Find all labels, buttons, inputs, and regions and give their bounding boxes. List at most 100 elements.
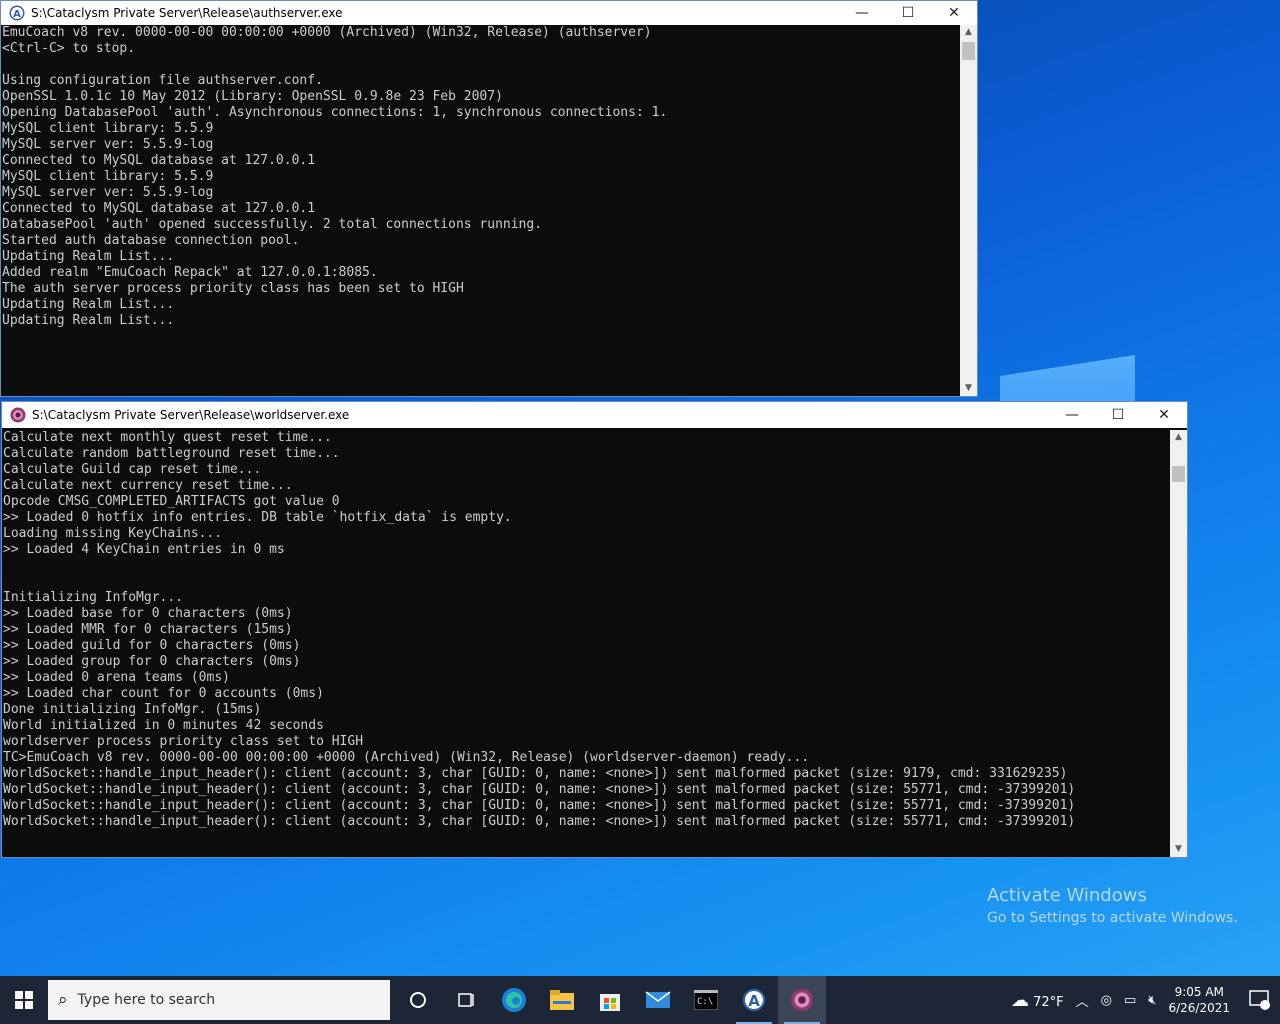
- chevron-up-icon[interactable]: ︿: [1076, 991, 1089, 1010]
- watermark-subtitle: Go to Settings to activate Windows.: [987, 910, 1238, 926]
- console-line: >> Loaded MMR for 0 characters (15ms): [3, 622, 293, 637]
- console-line: Added realm "EmuCoach Repack" at 127.0.0…: [2, 265, 378, 280]
- taskbar-clock[interactable]: 9:05 AM 6/26/2021: [1168, 984, 1230, 1016]
- console-line: Calculate next monthly quest reset time.…: [3, 430, 332, 445]
- cloud-icon: ☁: [1010, 989, 1029, 1011]
- console-line: worldserver process priority class set t…: [3, 734, 364, 749]
- console-line: >> Loaded 0 arena teams (0ms): [3, 670, 230, 685]
- worldserver-icon: [790, 988, 814, 1012]
- console-line: DatabasePool 'auth' opened successfully.…: [2, 217, 543, 232]
- network-icon[interactable]: ▭: [1124, 993, 1136, 1008]
- worldserver-scrollbar[interactable]: ▲ ▼: [1170, 430, 1187, 857]
- taskbar-search-box[interactable]: ⌕ Type here to search: [48, 980, 390, 1020]
- authserver-scrollbar[interactable]: ▲ ▼: [960, 25, 977, 396]
- console-line: Updating Realm List...: [2, 297, 175, 312]
- start-button[interactable]: [0, 976, 48, 1024]
- worldserver-titlebar[interactable]: S:\Cataclysm Private Server\Release\worl…: [2, 402, 1187, 428]
- authserver-titlebar[interactable]: A S:\Cataclysm Private Server\Release\au…: [1, 1, 977, 25]
- console-line: MySQL server ver: 5.5.9-log: [2, 137, 214, 152]
- cortana-icon: [410, 992, 426, 1008]
- console-line: >> Loaded 4 KeyChain entries in 0 ms: [3, 542, 285, 557]
- edge-icon: [502, 988, 526, 1012]
- console-line: OpenSSL 1.0.1c 10 May 2012 (Library: Ope…: [2, 89, 503, 104]
- worldserver-console-output[interactable]: Calculate next monthly quest reset time.…: [2, 430, 1170, 857]
- scrollbar-thumb[interactable]: [1172, 466, 1185, 482]
- worldserver-window[interactable]: S:\Cataclysm Private Server\Release\worl…: [1, 401, 1188, 858]
- authserver-taskbar-button[interactable]: A: [730, 976, 778, 1024]
- console-line: Loading missing KeyChains...: [3, 526, 223, 541]
- console-line: TC>EmuCoach v8 rev. 0000-00-00 00:00:00 …: [3, 750, 810, 765]
- scroll-up-arrow-icon[interactable]: ▲: [1170, 430, 1187, 445]
- console-line: >> Loaded base for 0 characters (0ms): [3, 606, 293, 621]
- maximize-icon: ☐: [901, 5, 915, 21]
- edge-button[interactable]: [490, 976, 538, 1024]
- console-line: Opening DatabasePool 'auth'. Asynchronou…: [2, 105, 668, 120]
- maximize-button[interactable]: ☐: [1095, 402, 1141, 428]
- scrollbar-thumb[interactable]: [962, 42, 975, 60]
- console-line: MySQL server ver: 5.5.9-log: [2, 185, 214, 200]
- maximize-button[interactable]: ☐: [885, 1, 931, 25]
- terminal-icon: C:\: [694, 990, 718, 1010]
- close-button[interactable]: ✕: [1141, 402, 1187, 428]
- svg-text:C:\: C:\: [697, 997, 713, 1007]
- terminal-button[interactable]: C:\: [682, 976, 730, 1024]
- scroll-up-arrow-icon[interactable]: ▲: [960, 25, 977, 40]
- mail-button[interactable]: [634, 976, 682, 1024]
- start-icon: [15, 991, 33, 1009]
- meet-now-icon[interactable]: ◎: [1101, 993, 1112, 1008]
- console-line: Opcode CMSG_COMPLETED_ARTIFACTS got valu…: [3, 494, 340, 509]
- console-line: Connected to MySQL database at 127.0.0.1: [2, 201, 316, 216]
- minimize-icon: —: [1065, 407, 1079, 423]
- console-line: WorldSocket::handle_input_header(): clie…: [3, 782, 1076, 797]
- volume-mute-icon[interactable]: 🔇︎: [1148, 993, 1156, 1008]
- console-line: World initialized in 0 minutes 42 second…: [3, 718, 324, 733]
- task-view-button[interactable]: [442, 976, 490, 1024]
- minimize-button[interactable]: —: [1049, 402, 1095, 428]
- notification-icon: [1249, 990, 1270, 1010]
- task-view-icon: [458, 993, 474, 1007]
- svg-text:A: A: [13, 9, 21, 20]
- worldserver-title: S:\Cataclysm Private Server\Release\worl…: [32, 408, 350, 422]
- console-line: >> Loaded char count for 0 accounts (0ms…: [3, 686, 324, 701]
- notification-center-button[interactable]: [1240, 976, 1280, 1024]
- close-button[interactable]: ✕: [931, 1, 977, 25]
- console-line: >> Loaded 0 hotfix info entries. DB tabl…: [3, 510, 512, 525]
- weather-widget[interactable]: ☁ 72°F: [1011, 990, 1064, 1011]
- file-explorer-icon: [550, 990, 574, 1010]
- console-line: Done initializing InfoMgr. (15ms): [3, 702, 262, 717]
- activation-watermark: Activate Windows Go to Settings to activ…: [987, 885, 1238, 926]
- search-icon: ⌕: [58, 990, 68, 1010]
- console-line: WorldSocket::handle_input_header(): clie…: [3, 798, 1076, 813]
- console-line: WorldSocket::handle_input_header(): clie…: [3, 766, 1068, 781]
- console-line: MySQL client library: 5.5.9: [2, 121, 214, 136]
- console-line: The auth server process priority class h…: [2, 281, 464, 296]
- store-button[interactable]: [586, 976, 634, 1024]
- store-icon: [600, 994, 620, 1011]
- watermark-title: Activate Windows: [987, 885, 1147, 906]
- console-line: Initializing InfoMgr...: [3, 590, 184, 605]
- authserver-window[interactable]: A S:\Cataclysm Private Server\Release\au…: [0, 0, 978, 397]
- console-line: WorldSocket::handle_input_header(): clie…: [3, 814, 1076, 829]
- console-line: Using configuration file authserver.conf…: [2, 73, 323, 88]
- weather-temperature: 72°F: [1033, 994, 1064, 1010]
- scroll-down-arrow-icon[interactable]: ▼: [1170, 842, 1187, 857]
- taskbar: ⌕ Type here to search C:\ A ☁ 72°F ︿ ◎ ▭…: [0, 976, 1280, 1024]
- cortana-button[interactable]: [394, 976, 442, 1024]
- svg-text:A: A: [748, 992, 760, 1010]
- file-explorer-button[interactable]: [538, 976, 586, 1024]
- authserver-app-icon: A: [9, 5, 25, 21]
- authserver-title: S:\Cataclysm Private Server\Release\auth…: [31, 6, 343, 20]
- worldserver-app-icon: [10, 407, 26, 423]
- console-line: Updating Realm List...: [2, 313, 175, 328]
- authserver-console-output[interactable]: EmuCoach v8 rev. 0000-00-00 00:00:00 +00…: [1, 25, 960, 396]
- clock-date: 6/26/2021: [1168, 1001, 1230, 1015]
- close-icon: ✕: [948, 5, 960, 21]
- console-line: Calculate random battleground reset time…: [3, 446, 340, 461]
- scroll-down-arrow-icon[interactable]: ▼: [960, 381, 977, 396]
- console-line: <Ctrl-C> to stop.: [2, 41, 136, 56]
- console-line: Calculate next currency reset time...: [3, 478, 293, 493]
- worldserver-taskbar-button[interactable]: [778, 976, 826, 1024]
- minimize-button[interactable]: —: [839, 1, 885, 25]
